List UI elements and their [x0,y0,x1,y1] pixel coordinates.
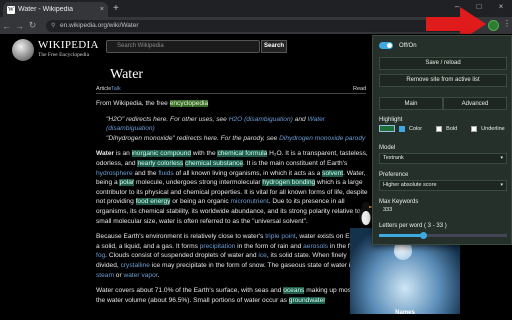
infobox-caption: Names [395,310,415,316]
back-icon[interactable]: ← [0,21,13,31]
close-window-button[interactable]: × [490,0,512,14]
site-info-icon[interactable]: ⚲ [51,20,55,32]
letters-per-word-slider[interactable] [379,232,507,239]
tab-talk[interactable]: Talk [111,86,121,92]
link[interactable]: water vapor [124,272,158,279]
tab-advanced[interactable]: Advanced [443,97,507,110]
tab-close-icon[interactable]: × [100,6,104,13]
address-bar[interactable]: ⚲ en.wikipedia.org/wiki/Water [46,20,476,32]
wikipedia-favicon-icon: W [7,5,15,14]
from-line: From Wikipedia, the free encyclopedia [96,100,209,107]
paragraph-1: Water is an inorganic compound with the … [96,150,369,225]
preference-label: Preference [379,172,409,178]
link[interactable]: precipitation [200,243,236,250]
remove-site-button[interactable]: Remove site from active list [379,74,507,87]
search-button[interactable]: Search [261,40,287,53]
browser-menu-icon[interactable]: ⋮ [503,19,511,28]
url-text: en.wikipedia.org/wiki/Water [60,22,139,29]
extension-icon[interactable] [488,20,499,31]
link[interactable]: fluids [158,170,173,177]
link-dhmo-parody[interactable]: Dihydrogen monoxide parody [279,135,365,142]
link[interactable]: steam [96,272,114,279]
keyword-link[interactable]: chemical formula [217,150,268,158]
highlight-options: Color Bold Underline [379,125,505,132]
bold-label: Bold [446,125,458,132]
slider-fill [379,234,424,237]
paragraph-3: Water covers about 71.0% of the Earth's … [96,287,361,304]
link[interactable]: crystalline [121,262,150,269]
keyword-link[interactable]: nearly colorless [137,159,184,167]
save-reload-button[interactable]: Save / reload [379,57,507,70]
underline-checkbox[interactable] [471,125,478,132]
paragraph-2: Because Earth's environment is relativel… [96,233,370,279]
article-body: From Wikipedia, the free encyclopedia "H… [96,99,370,311]
tab-main[interactable]: Main [379,97,443,110]
new-tab-button[interactable]: + [113,3,119,14]
model-select[interactable]: Textrank ▾ [379,153,507,164]
keyword-link[interactable]: chemical substance [185,159,244,167]
keyword-link[interactable]: hydrogen bonding [262,179,316,187]
keyword-link[interactable]: oceans [283,287,305,295]
link[interactable]: aerosols [303,243,328,250]
browser-tab[interactable]: W Water - Wikipedia × [3,2,108,17]
link-encyclopedia[interactable]: encyclopedia [169,100,209,107]
keyword-link[interactable]: groundwater [288,296,326,304]
tab-read[interactable]: Read [353,86,366,92]
link[interactable]: ice [258,252,266,259]
model-label: Model [379,145,396,151]
chevron-down-icon: ▾ [500,155,503,161]
link[interactable]: micronutrient [231,198,269,205]
link[interactable]: hydrosphere [96,170,133,177]
slider-knob[interactable] [420,232,428,239]
bold-checkbox[interactable] [436,125,443,132]
color-checkbox[interactable] [399,125,405,132]
max-keywords-value[interactable]: 333 [383,207,392,213]
keyword-link[interactable]: polar [119,179,135,187]
wikipedia-globe-icon[interactable] [12,39,34,61]
wikipedia-wordmark[interactable]: WIKIPEDIA [38,39,99,51]
keyword-link[interactable]: food energy [135,198,171,206]
tab-title: Water - Wikipedia [18,6,73,13]
color-label: Color [409,125,423,132]
popup-tabs: Main Advanced [379,97,507,110]
page-title: Water [110,67,144,82]
tab-article[interactable]: Article [96,86,111,92]
link[interactable]: triple point [265,233,295,240]
hatnote: "H2O" redirects here. For other uses, se… [106,115,366,142]
toggle-label: Off/On [399,42,417,49]
link[interactable]: fog [96,252,105,259]
extension-popup: Off/On Save / reload Remove site from ac… [372,35,512,245]
reload-icon[interactable]: ↻ [26,20,39,31]
article-tabs: Article Talk Read [96,84,366,94]
underline-label: Underline [481,125,505,132]
search-input[interactable]: Search Wikipedia [106,40,260,53]
on-off-row: Off/On [379,42,417,49]
chevron-down-icon: ▾ [500,182,503,188]
highlight-label: Highlight [379,117,403,123]
keyword-link[interactable]: inorganic compound [131,150,192,158]
letters-per-word-label: Letters per word ( 3 - 33 ) [379,223,447,229]
on-off-toggle[interactable] [379,42,393,49]
max-keywords-label: Max Keywords [379,199,419,205]
wikipedia-tagline: The Free Encyclopedia [38,52,90,58]
highlight-color-swatch[interactable] [379,125,395,132]
link-h2o-disambiguation[interactable]: H2O (disambiguation) [229,116,293,123]
forward-icon[interactable]: → [13,21,26,31]
preference-select[interactable]: Higher absolute score ▾ [379,180,507,191]
keyword-link[interactable]: solvent [322,169,344,177]
